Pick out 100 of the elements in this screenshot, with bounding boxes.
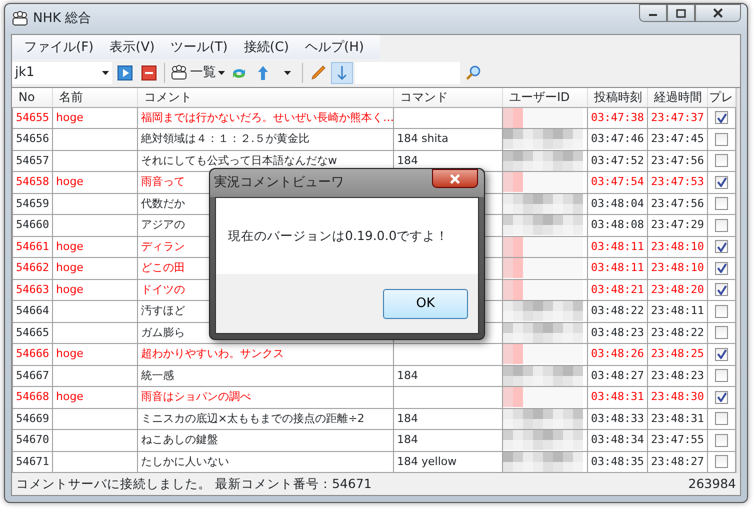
list-button[interactable]: 一覧 (169, 62, 226, 84)
table-row[interactable]: 54670 ねこあしの鍵盤 184 03:48:34 23:47:55 (12, 430, 736, 451)
column-header[interactable]: プレ (708, 88, 736, 107)
menu-item[interactable]: ヘルプ(H) (297, 37, 372, 57)
table-row[interactable]: 54669 ミニスカの底辺×太ももまでの接点の距離÷2 184 03:48:33 23:48:31 (12, 408, 736, 430)
table-cell: hoge (52, 386, 138, 408)
checkbox[interactable] (715, 262, 728, 275)
table-cell: 54664 (12, 300, 52, 322)
checkbox[interactable] (715, 348, 728, 361)
menu-item[interactable]: ツール(T) (162, 37, 236, 57)
table-cell: 54659 (12, 193, 52, 214)
table-cell: 184 (394, 430, 502, 451)
checkbox[interactable] (715, 390, 728, 404)
checkbox[interactable] (715, 176, 728, 189)
column-header[interactable]: 投稿時刻 (588, 88, 648, 107)
checkbox[interactable] (715, 240, 728, 254)
table-cell: たしかに人いない (138, 451, 394, 472)
column-header[interactable]: ユーザーID (502, 88, 588, 107)
table-cell: 03:48:11 (588, 258, 648, 279)
maximize-button[interactable] (667, 4, 695, 22)
refresh-icon (231, 67, 247, 79)
table-cell: 23:47:55 (648, 430, 708, 451)
channel-value: jk1 (15, 64, 34, 82)
table-cell: 23:47:45 (648, 128, 708, 150)
table-row[interactable]: 54668 hoge 雨音はショパンの調べ 03:48:31 23:48:30 (12, 386, 736, 408)
table-cell: 03:47:54 (588, 172, 648, 193)
caret-icon (102, 71, 109, 75)
table-cell: 03:48:08 (588, 214, 648, 236)
table-cell: 03:48:27 (588, 365, 648, 386)
table-cell: 54658 (12, 172, 52, 193)
table-row[interactable]: 54667 統一感 184 03:48:27 23:48:23 (12, 365, 736, 386)
status-message: コメントサーバに接続しました。 最新コメント番号：54671 (16, 474, 372, 493)
table-cell: 54657 (12, 150, 52, 172)
table-row[interactable]: 54656 絶対領域は４：１：２.５が黄金比 184 shita 03:47:46 23:47:45 (12, 128, 736, 150)
checkbox[interactable] (715, 434, 728, 447)
window-title: NHK 総合 (33, 10, 92, 28)
table-cell: hoge (52, 236, 138, 258)
app-icon (11, 11, 29, 27)
checkbox[interactable] (715, 369, 728, 382)
table-cell: 03:48:35 (588, 451, 648, 472)
checkbox[interactable] (715, 111, 728, 124)
column-header[interactable]: No (12, 88, 52, 107)
minimize-button[interactable] (639, 4, 667, 22)
table-cell: 03:48:33 (588, 408, 648, 430)
checkbox[interactable] (715, 304, 728, 318)
table-cell: 23:48:30 (648, 386, 708, 408)
table-cell: 23:48:10 (648, 236, 708, 258)
table-cell: 03:48:34 (588, 430, 648, 451)
menu-item[interactable]: 接続(C) (236, 37, 297, 57)
table-cell: 23:48:11 (648, 300, 708, 322)
close-icon (449, 174, 461, 184)
checkbox[interactable] (715, 283, 728, 296)
down-arrow-icon (337, 65, 347, 81)
table-cell: 03:48:22 (588, 300, 648, 322)
scroll-down-button[interactable] (331, 62, 353, 84)
table-cell: 絶対領域は４：１：２.５が黄金比 (138, 128, 394, 150)
table-cell: 雨音はショパンの調べ (138, 386, 394, 408)
menu-item[interactable]: ファイル(F) (16, 37, 102, 57)
close-button[interactable] (695, 4, 741, 22)
checkbox[interactable] (715, 218, 728, 232)
table-cell: hoge (52, 344, 138, 365)
table-row[interactable]: 54655 hoge 福岡までは行かないだろ。せいぜい長崎か熊本く… 03:47:38 23:47:37 (12, 107, 736, 128)
checkbox[interactable] (715, 455, 728, 468)
table-cell: 54668 (12, 386, 52, 408)
table-cell: 03:47:52 (588, 150, 648, 172)
table-cell: 54667 (12, 365, 52, 386)
dialog-title: 実況コメントビューワ (214, 174, 344, 192)
checkbox[interactable] (715, 154, 728, 168)
channel-combobox[interactable]: jk1 (12, 62, 112, 84)
checkbox[interactable] (715, 132, 728, 146)
pencil-icon (310, 65, 326, 81)
table-cell: 23:47:56 (648, 193, 708, 214)
column-header[interactable]: 経過時間 (648, 88, 708, 107)
play-icon (117, 65, 133, 81)
checkbox[interactable] (715, 326, 728, 340)
table-cell: 54661 (12, 236, 52, 258)
table-cell: 54666 (12, 344, 52, 365)
table-cell: 23:47:29 (648, 214, 708, 236)
close-icon (712, 8, 724, 18)
ok-button[interactable]: OK (383, 288, 468, 318)
table-cell: 54660 (12, 214, 52, 236)
column-header[interactable]: 名前 (52, 88, 138, 107)
checkbox[interactable] (715, 412, 728, 426)
table-cell: ミニスカの底辺×太ももまでの接点の距離÷2 (138, 408, 394, 430)
table-cell: 54655 (12, 107, 52, 128)
close-button[interactable] (432, 169, 478, 188)
table-cell: 184 shita (394, 128, 502, 150)
column-header[interactable]: コメント (138, 88, 394, 107)
people-icon (170, 65, 188, 81)
menu-item[interactable]: 表示(V) (102, 37, 163, 57)
table-row[interactable]: 54671 たしかに人いない 184 yellow 03:48:35 23:48:27 (12, 451, 736, 472)
checkbox[interactable] (715, 197, 728, 210)
table-row[interactable]: 54666 hoge 超わかりやすいわ。サンクス 03:48:26 23:48:25 (12, 344, 736, 365)
table-cell: ねこあしの鍵盤 (138, 430, 394, 451)
table-cell: hoge (52, 172, 138, 193)
column-header[interactable]: コマンド (394, 88, 502, 107)
caret-icon (218, 71, 225, 75)
table-cell: hoge (52, 107, 138, 128)
table-cell: 54656 (12, 128, 52, 150)
table-cell: 54669 (12, 408, 52, 430)
